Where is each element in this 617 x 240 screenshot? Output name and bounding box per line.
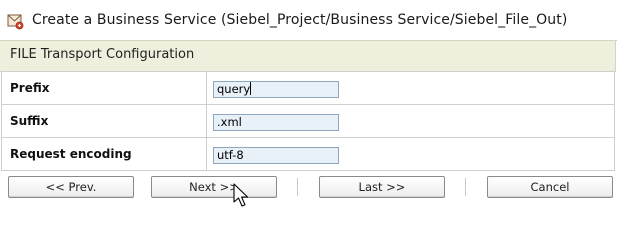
prev-button[interactable]: << Prev. [8,176,134,198]
suffix-label: Suffix [1,104,207,138]
request-encoding-cell: utf-8 [206,137,615,171]
section-header: FILE Transport Configuration [0,40,616,72]
form-row-prefix: Prefix query [1,71,615,105]
separator [297,178,298,196]
next-button[interactable]: Next >> [151,176,277,198]
suffix-input-value: .xml [217,115,242,129]
separator [465,178,466,196]
dialog: Create a Business Service (Siebel_Projec… [0,0,617,213]
last-button[interactable]: Last >> [319,176,445,198]
request-encoding-input-value: utf-8 [217,148,244,162]
suffix-input[interactable]: .xml [213,114,339,131]
form-row-suffix: Suffix .xml [1,104,615,138]
suffix-cell: .xml [206,104,615,138]
prefix-input-value: query [217,82,251,96]
form-table: Prefix query Suffix .xml Request encodin… [1,71,615,171]
prefix-input[interactable]: query [213,81,339,98]
section-title: FILE Transport Configuration [10,47,195,62]
title-bar: Create a Business Service (Siebel_Projec… [0,0,617,41]
prefix-cell: query [206,71,615,105]
text-caret [250,82,252,95]
button-bar: << Prev. Next >> Last >> Cancel [0,176,617,200]
mouse-pointer-icon [233,183,249,207]
form-row-request-encoding: Request encoding utf-8 [1,137,615,171]
request-encoding-label: Request encoding [1,137,207,171]
request-encoding-input[interactable]: utf-8 [213,147,339,164]
dialog-title: Create a Business Service (Siebel_Projec… [32,12,568,28]
business-service-icon [7,13,24,30]
prefix-label: Prefix [1,71,207,105]
cancel-button[interactable]: Cancel [487,176,613,198]
